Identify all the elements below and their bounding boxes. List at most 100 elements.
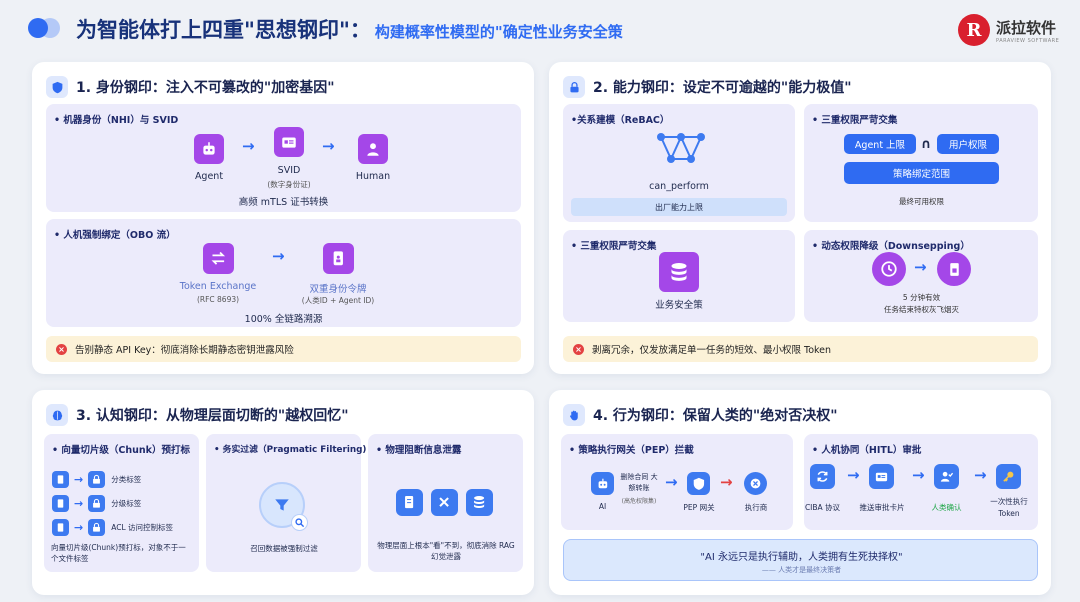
brand-mark: R	[958, 14, 990, 46]
panel-heading: •关系建模（ReBAC）	[571, 115, 670, 126]
panel-footer: 物理层面上根本"看"不到，彻底消除 RAG 幻觉泄露	[377, 541, 515, 561]
downstep-line2: 任务结束特权灰飞烟灭	[884, 305, 959, 314]
database-icon	[659, 252, 699, 292]
human-label: Human	[355, 171, 391, 182]
network-icon	[657, 133, 705, 163]
dual-token-label: 双重身份令牌	[309, 284, 367, 295]
lock-icon	[88, 495, 106, 512]
arrow-icon: →	[914, 258, 927, 276]
document-icon	[937, 252, 971, 286]
card-behavior: 4. 行为钢印：保留人类的"绝对否决权" • 策略执行网关（PEP）拦截 AI …	[549, 390, 1051, 595]
logo-dots-icon	[28, 16, 68, 40]
panel-heading: • 三重权限严苛交集	[571, 241, 657, 252]
panel-hitl: • 人机协同（HITL）审批 CIBA 协议 → 推送审批卡片 → 人类确认 →…	[804, 434, 1038, 530]
tag-row: → 分级标签	[52, 495, 141, 512]
arrow-icon: →	[74, 521, 84, 534]
panel-footer: 高频 mTLS 证书转换	[238, 197, 329, 208]
close-icon	[431, 489, 458, 516]
close-icon	[744, 472, 767, 495]
page-title: 为智能体打上四重"思想钢印"： 构建概率性模型的"确定性业务安全策	[76, 18, 623, 42]
business-policy-label: 业务安全策	[655, 300, 703, 311]
exchange-icon	[203, 243, 234, 274]
panel-heading: • 人机协同（HITL）审批	[812, 445, 922, 456]
arrow-icon: →	[665, 473, 678, 491]
panel-footer: 向量切片级(Chunk)预打标，对象不于一个文件标签	[51, 543, 186, 563]
token-icon	[323, 243, 354, 274]
agent-label: Agent	[194, 171, 224, 182]
tag-label: 分类标签	[111, 475, 142, 484]
panel-intersection: • 三重权限严苛交集 Agent 上限 ∩ 用户权限 策略绑定范围 最终可用权限	[804, 104, 1038, 222]
panel-physical-block: • 物理阻断信息泄露 物理层面上根本"看"不到，彻底消除 RAG 幻觉泄露	[368, 434, 523, 572]
panel-footer: 召回数据被强制过滤	[250, 544, 318, 553]
document-icon	[52, 471, 69, 488]
card-cognitive: 3. 认知钢印：从物理层面切断的"越权回忆" • 向量切片级（Chunk）预打标…	[32, 390, 534, 595]
lock-icon	[88, 519, 106, 536]
check-person-icon	[934, 464, 959, 489]
close-icon: ×	[573, 343, 584, 355]
brand-name: 派拉软件	[996, 18, 1057, 37]
arrow-icon: →	[272, 247, 285, 265]
quote-box: "AI 永远只是执行辅助，人类拥有生死抉择权" —— 人类才是最终决策者	[563, 539, 1038, 581]
page-subtitle: 构建概率性模型的"确定性业务安全策	[374, 23, 623, 41]
close-icon: ×	[56, 343, 67, 355]
panel-chunk-tagging: • 向量切片级（Chunk）预打标 → 分类标签 → 分级标签 → ACL 访问…	[44, 434, 199, 572]
panel-heading: • 策略执行网关（PEP）拦截	[569, 445, 694, 456]
clock-icon	[872, 252, 906, 286]
robot-icon	[194, 134, 224, 164]
delete-label: 删除合同 大额转账	[620, 473, 658, 492]
panel-heading: • 动态权限降级（Downsepping）	[812, 241, 970, 252]
arrow-icon: →	[242, 137, 255, 155]
downstep-line1: 5 分钟有效	[902, 293, 941, 302]
panel-obo: • 人机强制绑定（OBO 流） Token Exchange (RFC 8693…	[46, 219, 521, 327]
panel-footer-bar: 出厂能力上限	[571, 198, 787, 216]
panel-rebac: •关系建模（ReBAC） can_perform 出厂能力上限	[563, 104, 795, 222]
ai-label: AI	[598, 502, 607, 511]
panel-nhi-svid: • 机器身份（NHI）与 SVID Agent → SVID (数字身份证) →…	[46, 104, 521, 212]
can-perform-label: can_perform	[649, 181, 709, 192]
svid-label: SVID	[277, 165, 301, 176]
card-title: 4. 行为钢印：保留人类的"绝对否决权"	[593, 408, 838, 424]
id-card-icon	[869, 464, 894, 489]
confirm-label: 人类确认	[931, 503, 962, 512]
panel-heading: • 向量切片级（Chunk）预打标	[52, 445, 190, 456]
panel-downstepping: • 动态权限降级（Downsepping） → 5 分钟有效 任务结束特权灰飞烟…	[804, 230, 1038, 322]
sync-icon	[810, 464, 835, 489]
id-card-icon	[274, 127, 304, 157]
arrow-icon: →	[974, 466, 987, 484]
robot-icon	[591, 472, 614, 495]
card-title: 1. 身份钢印：注入不可篡改的"加密基因"	[76, 80, 335, 96]
tag-label: ACL 访问控制标签	[111, 523, 174, 532]
arrow-icon: →	[74, 497, 84, 510]
panel-heading: • 机器身份（NHI）与 SVID	[54, 115, 179, 126]
arrow-icon: →	[720, 473, 733, 491]
warning-banner: × 剥离冗余，仅发放满足单一任务的短效、最小权限 Token	[563, 336, 1038, 362]
pep-label: PEP 网关	[683, 503, 715, 512]
executed-label: 执行商	[744, 503, 768, 512]
document-icon	[52, 519, 69, 536]
tag-row: → 分类标签	[52, 471, 141, 488]
brand-en: PARAVIEW SOFTWARE	[996, 37, 1060, 44]
arrow-icon: →	[847, 466, 860, 484]
warning-text: 告别静态 API Key：彻底消除长期静态密钥泄露风险	[75, 345, 294, 356]
panel-footer: 最终可用权限	[899, 197, 944, 206]
shield-icon	[46, 76, 68, 98]
intersect-symbol: ∩	[920, 137, 932, 152]
card-title: 2. 能力钢印：设定不可逾越的"能力极值"	[593, 80, 852, 96]
panel-footer: 100% 全链路溯源	[244, 314, 323, 325]
token-exchange-label: Token Exchange	[179, 281, 257, 292]
card-capability: 2. 能力钢印：设定不可逾越的"能力极值" •关系建模（ReBAC） can_p…	[549, 62, 1051, 374]
user-perm-pill: 用户权限	[937, 134, 999, 154]
quote-by: —— 人类才是最终决策者	[761, 566, 842, 574]
svid-sub: (数字身份证)	[267, 180, 311, 189]
panel-pep: • 策略执行网关（PEP）拦截 AI 删除合同 大额转账 (高危权限集) → P…	[561, 434, 793, 530]
lock-icon	[563, 76, 585, 98]
token-exchange-sub: (RFC 8693)	[196, 295, 240, 304]
policy-scope-pill: 策略绑定范围	[844, 162, 999, 184]
ciba-label: CIBA 协议	[804, 503, 841, 512]
document-icon	[396, 489, 423, 516]
dual-token-sub: (人类ID + Agent ID)	[301, 296, 375, 305]
panel-pragmatic-filter: • 务实过滤（Pragmatic Filtering) 召回数据被强制过滤	[206, 434, 366, 572]
arrow-icon: →	[912, 466, 925, 484]
person-icon	[358, 134, 388, 164]
arrow-icon: →	[74, 473, 84, 486]
